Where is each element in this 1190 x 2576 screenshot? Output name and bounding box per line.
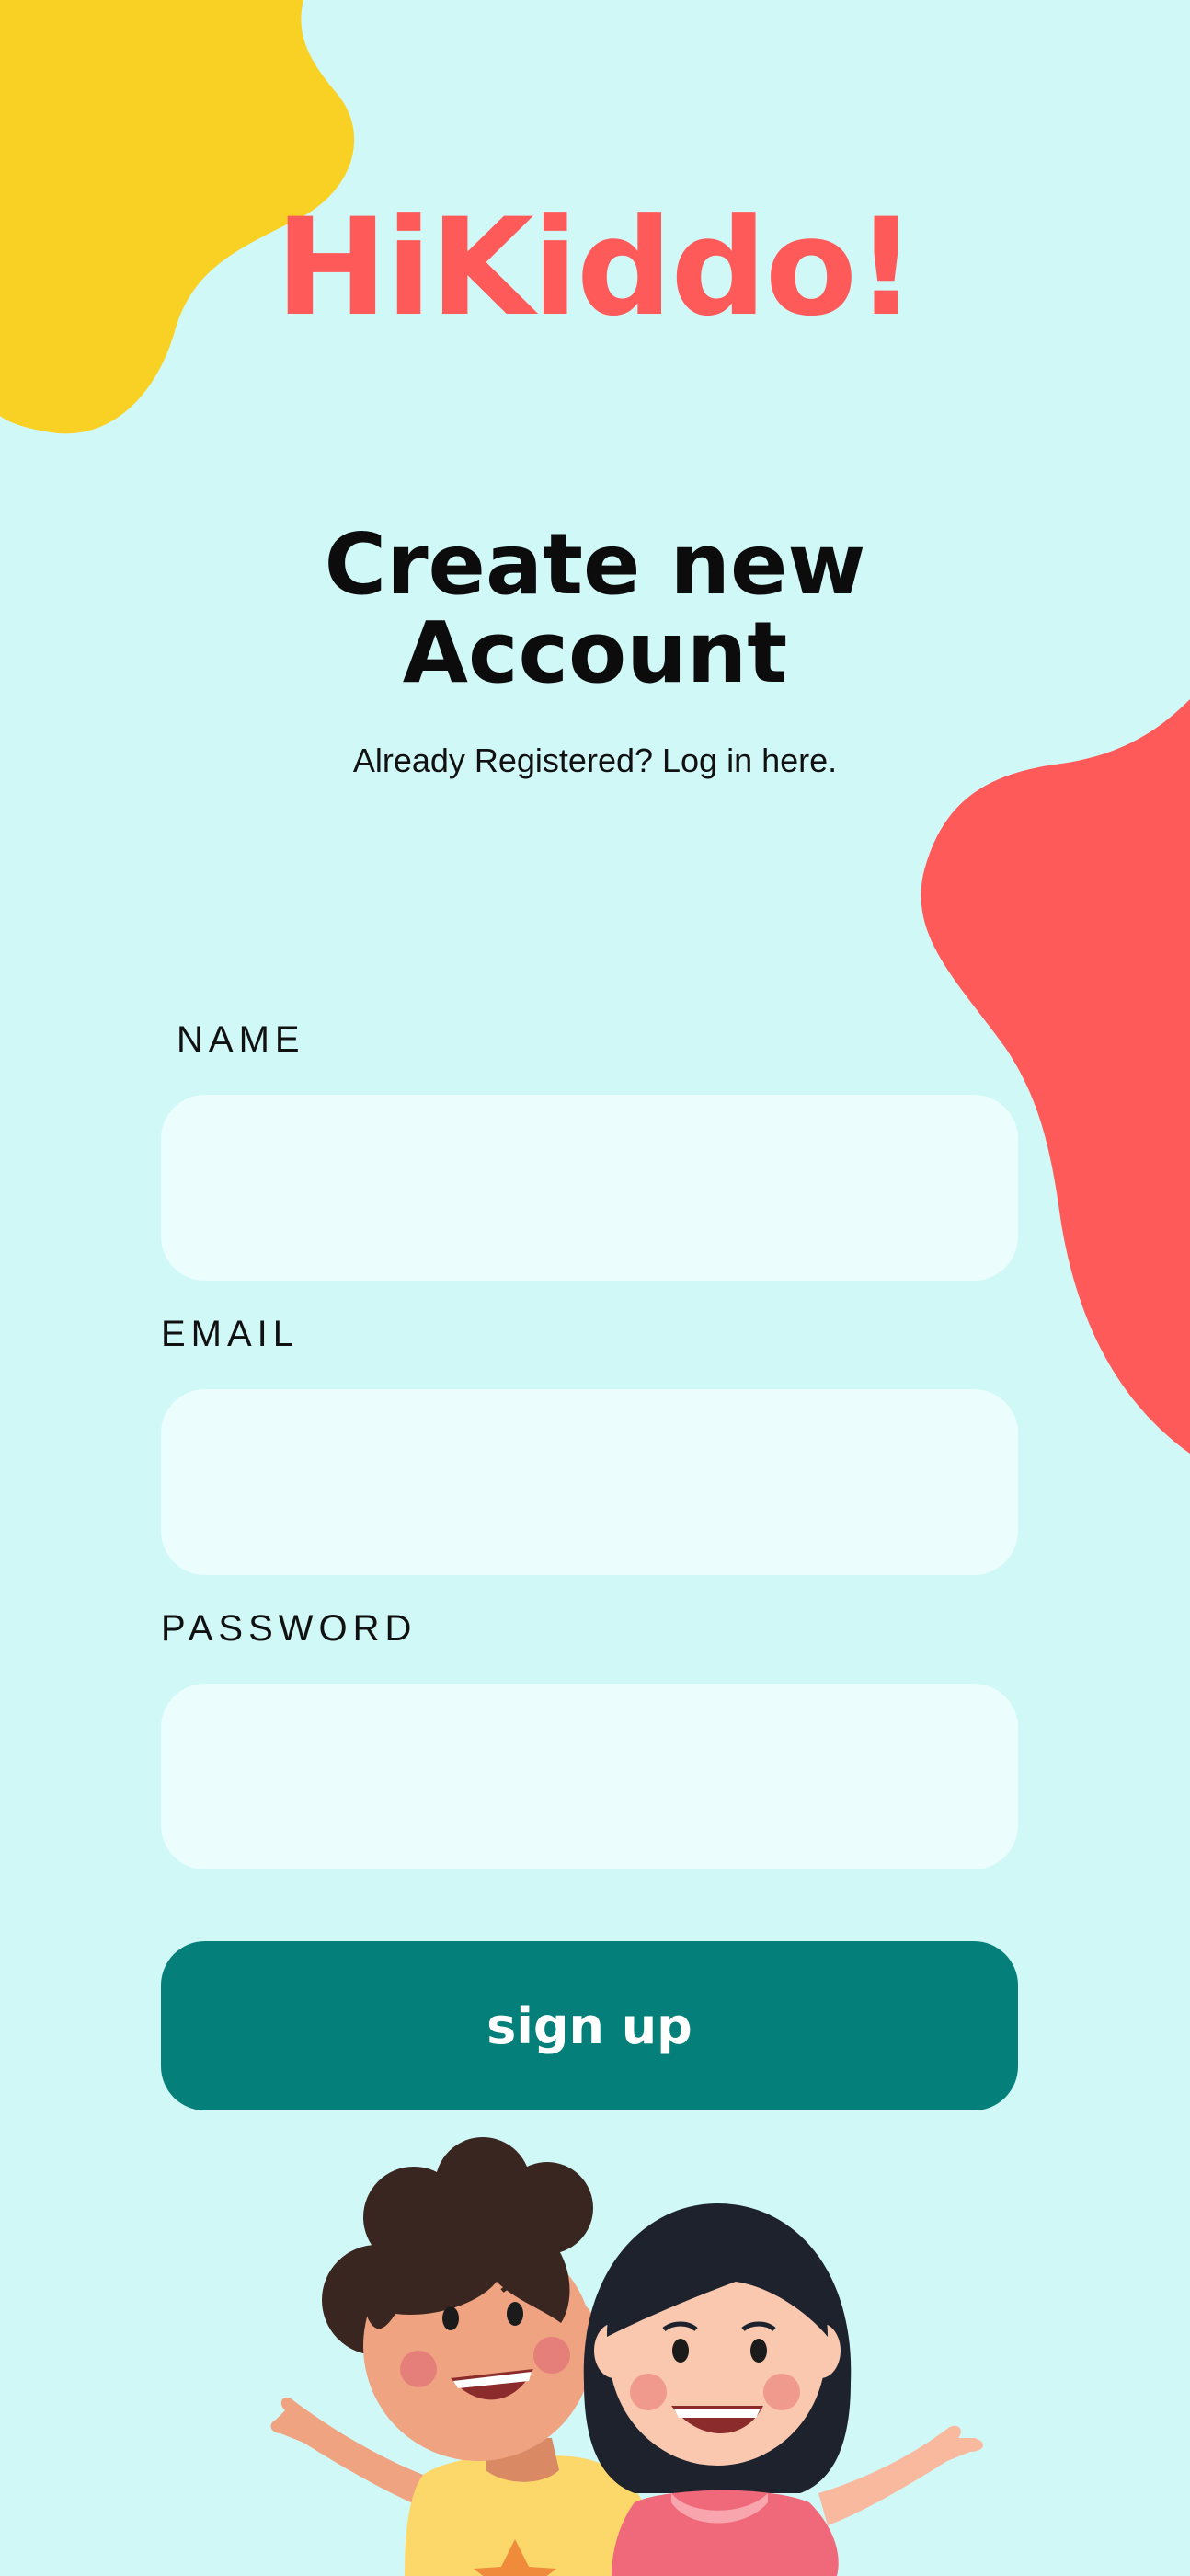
page-title-line-2: Account (402, 604, 788, 702)
girl-figure (583, 2203, 984, 2576)
page-title-line-1: Create new (324, 515, 866, 614)
password-field[interactable] (161, 1684, 1018, 1869)
login-link[interactable]: Already Registered? Log in here. (0, 742, 1190, 780)
red-blob-decoration (921, 699, 1190, 1454)
email-label: EMAIL (161, 1314, 300, 1354)
page-title: Create new Account (0, 521, 1190, 697)
email-field[interactable] (161, 1389, 1018, 1575)
app-logo: HiKiddo! (275, 190, 916, 346)
sign-up-button[interactable]: sign up (161, 1941, 1018, 2110)
name-label: NAME (177, 1019, 305, 1060)
password-label: PASSWORD (161, 1608, 418, 1649)
kids-illustration (270, 2137, 984, 2576)
name-field[interactable] (161, 1095, 1018, 1281)
signup-screen: HiKiddo! Create new Account Already Regi… (0, 0, 1190, 2576)
